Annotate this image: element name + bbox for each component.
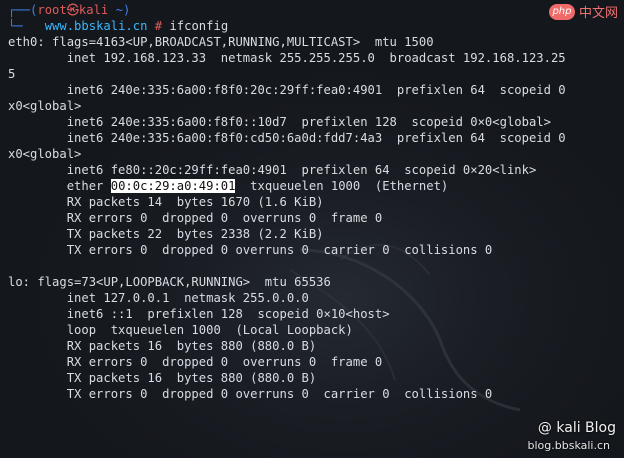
terminal-line: x0<global>	[8, 147, 82, 161]
terminal-line: inet6 240e:335:6a00:f8f0::10d7 prefixlen…	[8, 115, 551, 129]
prompt-user-host: root㉿kali	[37, 3, 109, 17]
prompt-line-2: └─ www.bbskali.cn # ifconfig	[8, 19, 229, 33]
interface-stats-output: RX packets 14 bytes 1670 (1.6 KiB) RX er…	[0, 194, 624, 402]
ether-line: ether 00:0c:29:a0:49:01 txqueuelen 1000 …	[66, 179, 449, 193]
blog-site-watermark: blog.bbskali.cn	[527, 439, 611, 452]
terminal-line: TX errors 0 dropped 0 overruns 0 carrier…	[8, 243, 493, 257]
terminal-line: x0<global>	[8, 99, 82, 113]
mac-address-selection[interactable]: 00:0c:29:a0:49:01	[110, 179, 236, 193]
terminal-line: RX errors 0 dropped 0 overruns 0 frame 0	[8, 355, 383, 369]
terminal-line: lo: flags=73<UP,LOOPBACK,RUNNING> mtu 65…	[8, 275, 331, 289]
terminal-line: TX packets 16 bytes 880 (880.0 B)	[8, 371, 317, 385]
prompt-website: www.bbskali.cn	[44, 19, 148, 33]
terminal-line: RX errors 0 dropped 0 overruns 0 frame 0	[8, 211, 383, 225]
terminal-line: inet6 240e:335:6a00:f8f0:20c:29ff:fea0:4…	[8, 83, 566, 97]
terminal-output[interactable]: ┌──(root㉿kali ~) └─ www.bbskali.cn # ifc…	[0, 0, 624, 458]
terminal-line: 5	[8, 67, 16, 81]
terminal-line: inet6 fe80::20c:29ff:fea0:4901 prefixlen…	[8, 163, 537, 177]
kali-blog-watermark: @ kali Blog	[537, 420, 616, 436]
terminal-line: inet6 ::1 prefixlen 128 scopeid 0×10<hos…	[8, 307, 390, 321]
terminal-line: inet 192.168.123.33 netmask 255.255.255.…	[8, 51, 566, 65]
terminal-line: TX errors 0 dropped 0 overruns 0 carrier…	[8, 387, 493, 401]
command-text: ifconfig	[169, 19, 229, 33]
prompt-dir: ~	[108, 3, 123, 17]
terminal-line: inet 127.0.0.1 netmask 255.0.0.0	[8, 291, 309, 305]
terminal-line: inet6 240e:335:6a00:f8f0:cd50:6a0d:fdd7:…	[8, 131, 566, 145]
terminal-line: RX packets 16 bytes 880 (880.0 B)	[8, 339, 317, 353]
eth0-output: eth0: flags=4163<UP,BROADCAST,RUNNING,MU…	[0, 34, 624, 178]
terminal-line: RX packets 14 bytes 1670 (1.6 KiB)	[8, 195, 324, 209]
prompt-line-1: ┌──(root㉿kali ~)	[8, 3, 131, 17]
terminal-line: loop txqueuelen 1000 (Local Loopback)	[8, 323, 353, 337]
terminal-line: eth0: flags=4163<UP,BROADCAST,RUNNING,MU…	[8, 35, 434, 49]
terminal-line: TX packets 22 bytes 2338 (2.2 KiB)	[8, 227, 324, 241]
